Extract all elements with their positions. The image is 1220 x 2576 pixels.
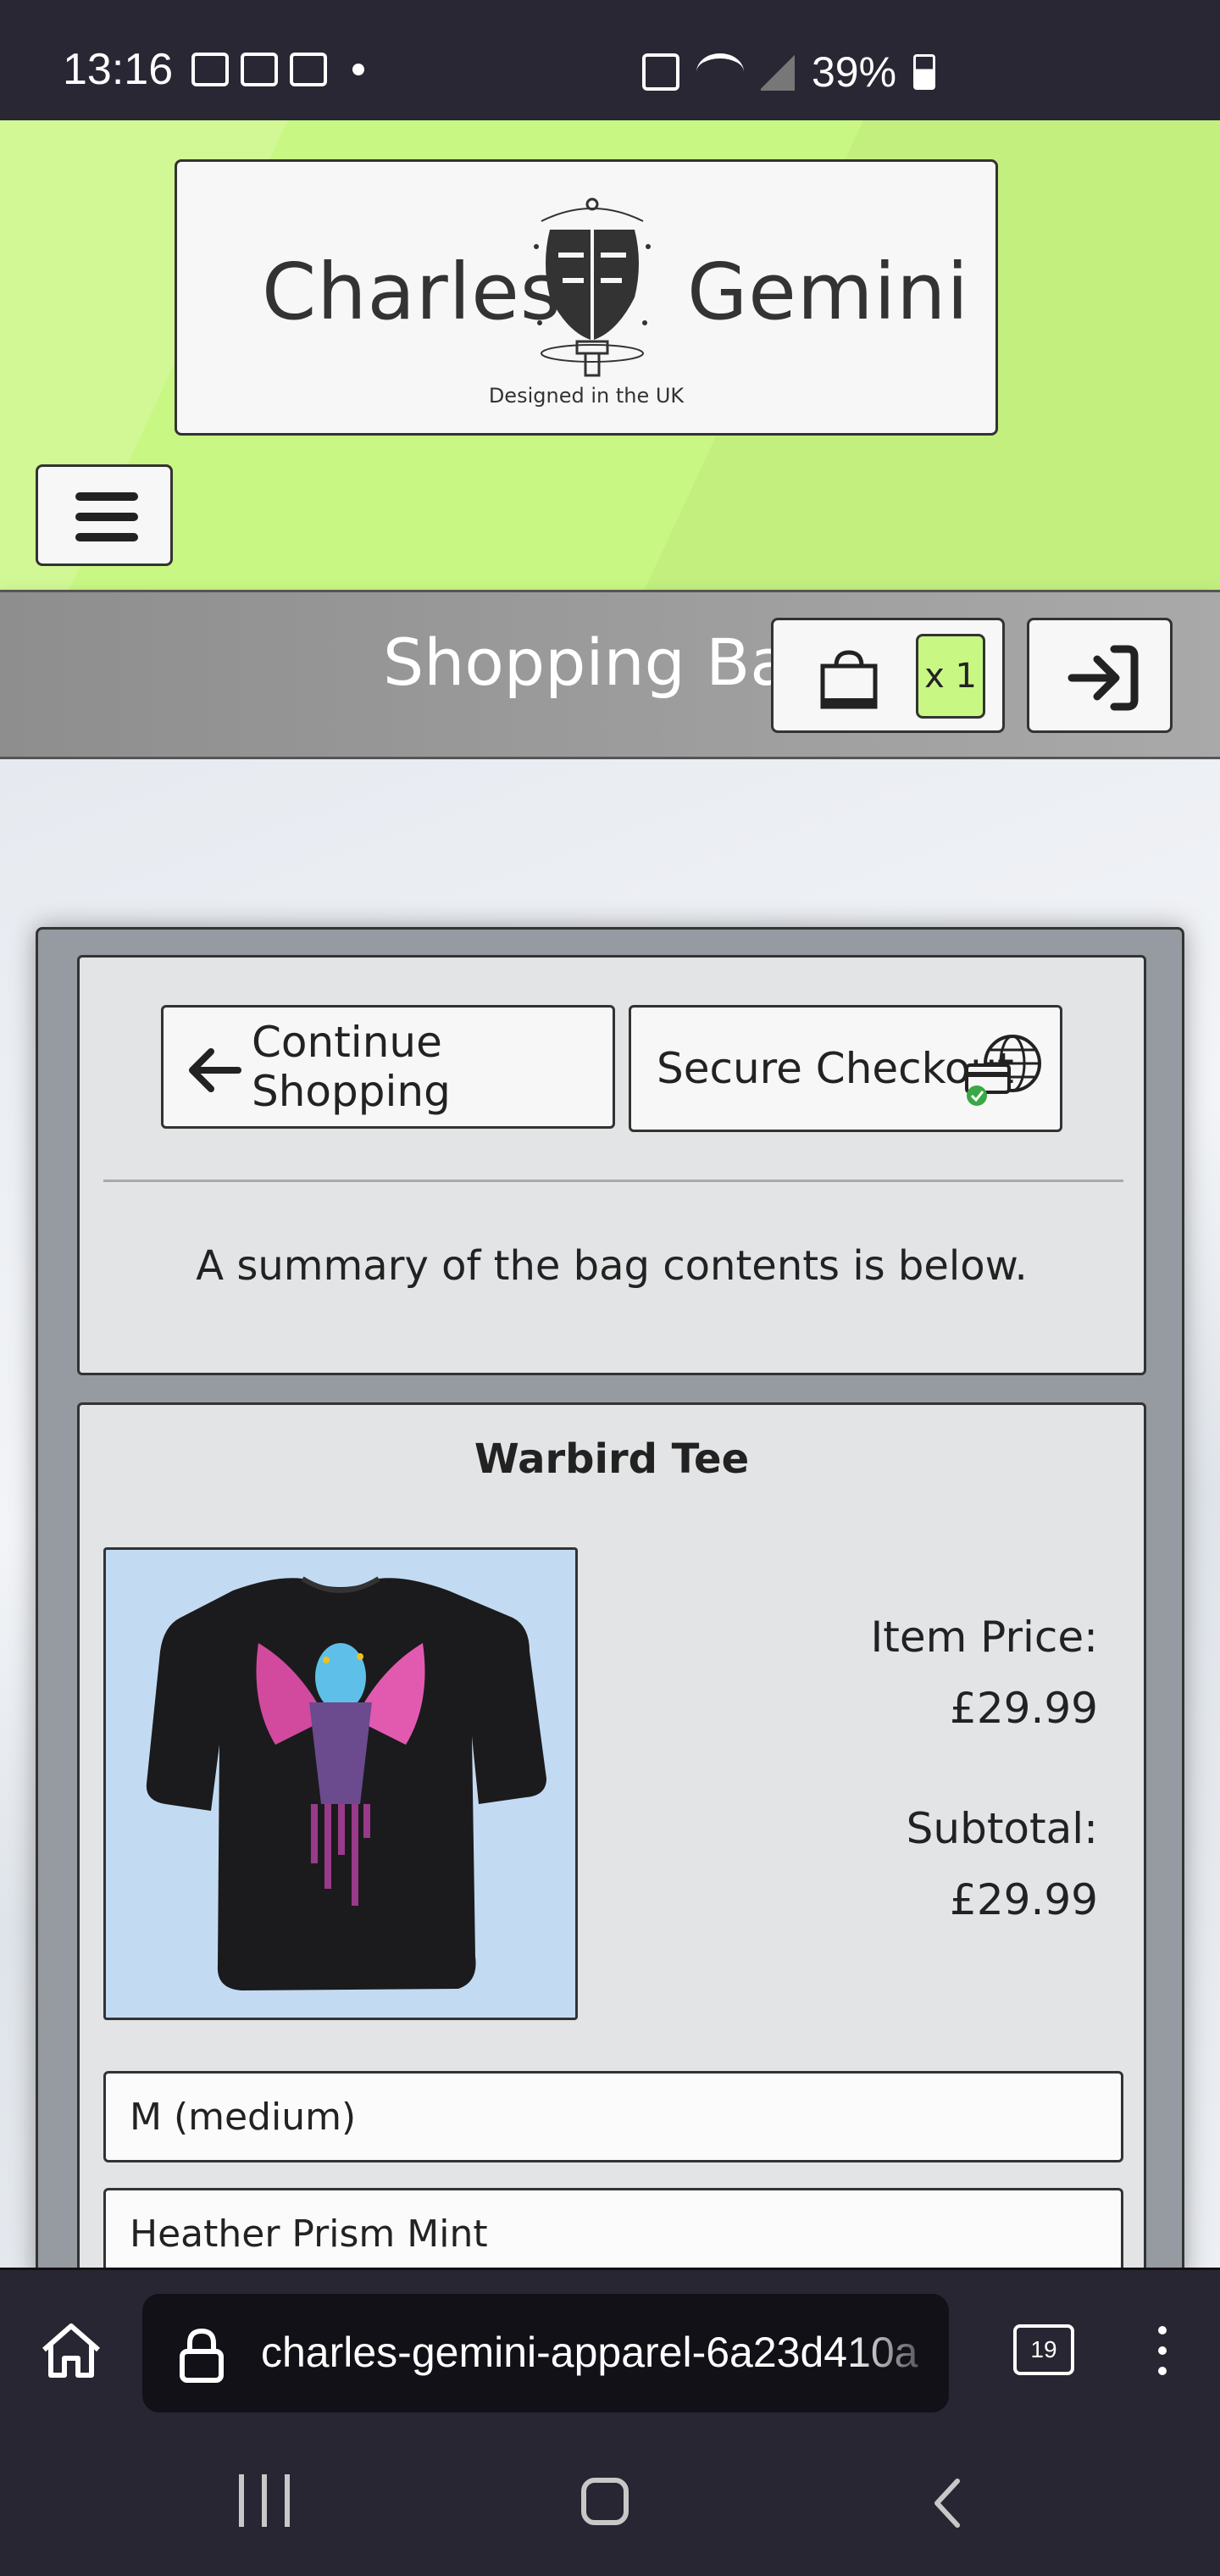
browser-toolbar: charles-gemini-apparel-6a23d410a 19 bbox=[0, 2268, 1220, 2429]
bag-container: Continue Shopping Secure Checkout A summ… bbox=[36, 927, 1184, 2334]
item-price-block: Item Price: £29.99 bbox=[870, 1602, 1098, 1744]
hamburger-menu-button[interactable] bbox=[36, 464, 173, 566]
url-text: charles-gemini-apparel-6a23d410a bbox=[261, 2329, 918, 2376]
bag-button[interactable]: x 1 bbox=[771, 618, 1005, 733]
shopping-bag-bar: Shopping Bag x 1 bbox=[0, 590, 1220, 759]
item-price-value: £29.99 bbox=[950, 1684, 1098, 1733]
tab-count-button[interactable]: 19 bbox=[1013, 2324, 1074, 2375]
status-bar: 13:16 39% bbox=[0, 0, 1220, 120]
brand-name-right: Gemini bbox=[687, 247, 969, 337]
brand-tagline: Designed in the UK bbox=[488, 384, 685, 408]
arrow-left-icon bbox=[189, 1048, 241, 1092]
sign-in-icon bbox=[1068, 645, 1139, 711]
notification-icons bbox=[191, 53, 364, 86]
menu-bar-icon bbox=[75, 513, 138, 521]
menu-bar-icon bbox=[75, 492, 138, 501]
system-nav-bar bbox=[0, 2429, 1220, 2576]
bag-count-badge: x 1 bbox=[916, 634, 985, 719]
more-options-icon[interactable] bbox=[1152, 2319, 1173, 2384]
gallery-icon bbox=[191, 53, 229, 86]
brand-logo[interactable]: Charles Gemini Designed in the UK bbox=[175, 159, 998, 436]
url-fade bbox=[847, 2294, 949, 2412]
gemini-mask-logo-icon bbox=[534, 197, 651, 377]
status-time: 13:16 bbox=[63, 45, 174, 94]
gmail-icon bbox=[241, 53, 278, 86]
brand-name-left: Charles bbox=[262, 247, 562, 337]
continue-shopping-label: Continue Shopping bbox=[252, 1018, 451, 1116]
page-title: Shopping Bag bbox=[383, 625, 831, 700]
back-icon[interactable] bbox=[932, 2478, 962, 2529]
item-price-label: Item Price: bbox=[870, 1613, 1098, 1662]
recent-apps-icon[interactable] bbox=[239, 2474, 290, 2527]
bag-summary-text: A summary of the bag contents is below. bbox=[196, 1242, 1028, 1290]
bag-item-card: Warbird Tee Item Price: £29.99 Subtotal:… bbox=[77, 1402, 1146, 2334]
secure-checkout-button[interactable]: Secure Checkout bbox=[629, 1005, 1062, 1132]
shopping-bag-icon bbox=[820, 650, 878, 709]
subtotal-block: Subtotal: £29.99 bbox=[907, 1793, 1098, 1935]
system-icons: 39% bbox=[642, 47, 936, 97]
tshirt-image-icon bbox=[146, 1576, 546, 1990]
home-icon[interactable] bbox=[39, 2321, 103, 2380]
battery-icon bbox=[913, 54, 936, 90]
mail-icon bbox=[290, 53, 327, 86]
bag-actions-panel: Continue Shopping Secure Checkout A summ… bbox=[77, 955, 1146, 1375]
menu-bar-icon bbox=[75, 533, 138, 541]
login-button[interactable] bbox=[1027, 618, 1173, 733]
subtotal-label: Subtotal: bbox=[906, 1804, 1098, 1853]
secure-payment-globe-icon bbox=[965, 1035, 1041, 1106]
divider bbox=[103, 1180, 1123, 1182]
battery-percent: 39% bbox=[812, 48, 897, 96]
address-bar[interactable]: charles-gemini-apparel-6a23d410a bbox=[142, 2294, 949, 2412]
continue-shopping-button[interactable]: Continue Shopping bbox=[161, 1005, 615, 1129]
size-field[interactable]: M (medium) bbox=[103, 2071, 1123, 2162]
secure-checkout-label: Secure Checkout bbox=[657, 1044, 1014, 1093]
wifi-icon bbox=[696, 53, 744, 91]
signal-icon bbox=[761, 53, 795, 91]
nfc-icon bbox=[642, 53, 679, 91]
product-image[interactable] bbox=[103, 1547, 578, 2020]
nav-home-icon[interactable] bbox=[581, 2478, 629, 2525]
color-field[interactable]: Heather Prism Mint bbox=[103, 2188, 1123, 2279]
site-header: Charles Gemini Designed in the UK bbox=[0, 120, 1220, 590]
lock-icon[interactable] bbox=[178, 2328, 225, 2384]
notification-dot-icon bbox=[352, 64, 364, 75]
item-name: Warbird Tee bbox=[474, 1435, 750, 1483]
subtotal-value: £29.99 bbox=[950, 1875, 1098, 1924]
